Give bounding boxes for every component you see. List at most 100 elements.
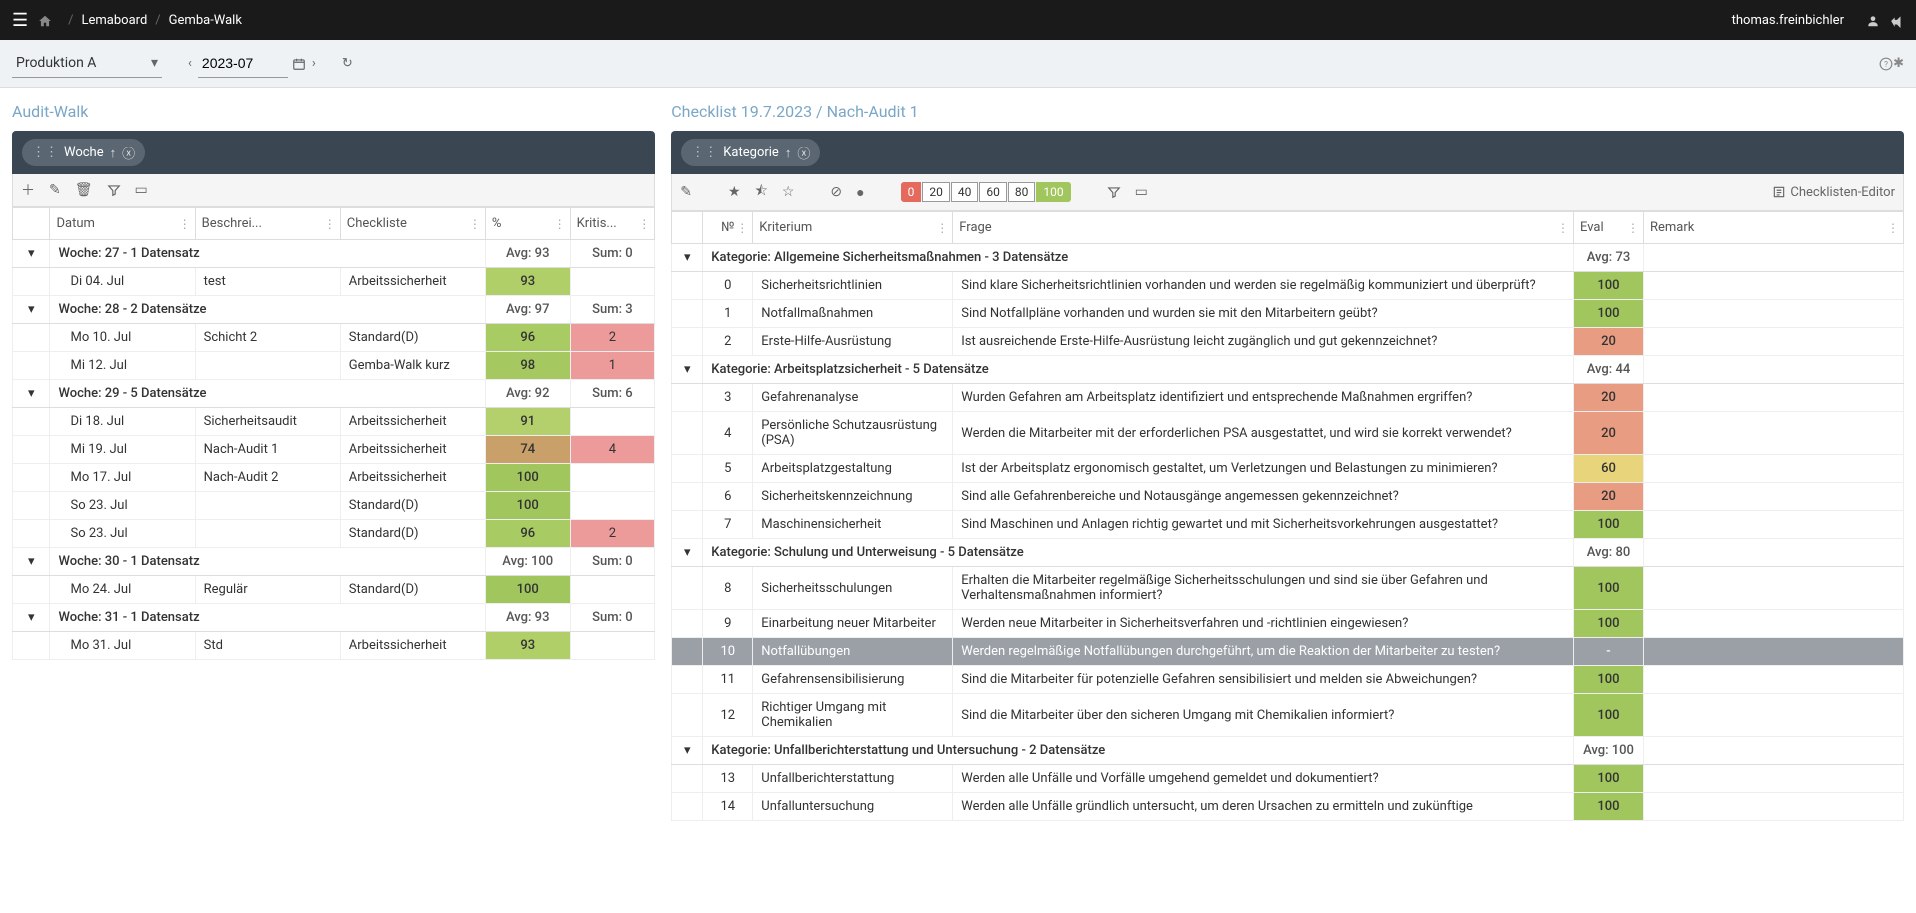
cell-remark[interactable] (1644, 511, 1904, 539)
cell-eval[interactable]: 100 (1574, 793, 1644, 821)
block-icon[interactable]: ⊘ (830, 184, 842, 200)
cell-remark[interactable] (1644, 300, 1904, 328)
col-kritis[interactable]: Kritis...⋮ (570, 208, 655, 240)
breadcrumb-1[interactable]: Lemaboard (82, 13, 148, 28)
col-beschrei[interactable]: Beschrei...⋮ (195, 208, 340, 240)
star-filled-icon[interactable]: ★ (728, 184, 741, 200)
group-row[interactable]: ▾ Woche: 30 - 1 Datensatz Avg: 100 Sum: … (13, 548, 655, 576)
table-row[interactable]: Mi 19. Jul Nach-Audit 1 Arbeitssicherhei… (13, 436, 655, 464)
checklist-editor-link[interactable]: Checklisten-Editor (1772, 185, 1895, 200)
col-menu-icon[interactable]: ⋮ (638, 217, 650, 231)
caret-down-icon[interactable]: ▾ (24, 386, 38, 401)
col-datum[interactable]: Datum⋮ (50, 208, 195, 240)
table-row[interactable]: Mo 17. Jul Nach-Audit 2 Arbeitssicherhei… (13, 464, 655, 492)
table-row[interactable]: 1 Notfallmaßnahmen Sind Notfallpläne vor… (672, 300, 1904, 328)
caret-down-icon[interactable]: ▾ (680, 250, 694, 265)
cell-eval[interactable]: - (1574, 638, 1644, 666)
group-row[interactable]: ▾ Woche: 28 - 2 Datensätze Avg: 97 Sum: … (13, 296, 655, 324)
caret-down-icon[interactable]: ▾ (680, 545, 694, 560)
group-row[interactable]: ▾ Woche: 27 - 1 Datensatz Avg: 93 Sum: 0 (13, 240, 655, 268)
app-logo-icon[interactable] (1890, 11, 1904, 30)
group-row[interactable]: ▾ Kategorie: Schulung und Unterweisung -… (672, 539, 1904, 567)
period-next[interactable]: › (306, 50, 322, 77)
help-icon[interactable]: ? (1879, 56, 1893, 71)
table-row[interactable]: 4 Persönliche Schutzausrüstung (PSA) Wer… (672, 412, 1904, 455)
cell-eval[interactable]: 100 (1574, 765, 1644, 793)
table-row[interactable]: Mo 31. Jul Std Arbeitssicherheit 93 (13, 632, 655, 660)
filter-icon[interactable] (1107, 184, 1121, 200)
cell-eval[interactable]: 100 (1574, 567, 1644, 610)
table-row[interactable]: 9 Einarbeitung neuer Mitarbeiter Werden … (672, 610, 1904, 638)
cell-remark[interactable] (1644, 666, 1904, 694)
caret-down-icon[interactable]: ▾ (680, 362, 694, 377)
col-pct[interactable]: %⋮ (485, 208, 570, 240)
col-menu-icon[interactable]: ⋮ (554, 217, 566, 231)
caret-down-icon[interactable]: ▾ (24, 554, 38, 569)
calendar-icon[interactable] (292, 56, 306, 71)
caret-down-icon[interactable]: ▾ (24, 610, 38, 625)
cell-eval[interactable]: 20 (1574, 483, 1644, 511)
sort-up-icon[interactable]: ↑ (785, 145, 792, 161)
col-no[interactable]: №⋮ (703, 212, 753, 244)
collapse-icon[interactable]: ▭ (1135, 184, 1148, 200)
caret-down-icon[interactable]: ▾ (24, 246, 38, 261)
menu-icon[interactable]: ☰ (12, 10, 28, 31)
table-row[interactable]: Mo 10. Jul Schicht 2 Standard(D) 96 2 (13, 324, 655, 352)
score-pill-80[interactable]: 80 (1008, 182, 1036, 202)
table-row[interactable]: Mo 24. Jul Regulär Standard(D) 100 (13, 576, 655, 604)
group-row[interactable]: ▾ Woche: 31 - 1 Datensatz Avg: 93 Sum: 0 (13, 604, 655, 632)
col-menu-icon[interactable]: ⋮ (936, 221, 948, 235)
col-menu-icon[interactable]: ⋮ (324, 217, 336, 231)
chip-close-icon[interactable]: ⓧ (122, 143, 135, 162)
circle-icon[interactable]: ● (856, 184, 864, 201)
table-row[interactable]: Di 18. Jul Sicherheitsaudit Arbeitssiche… (13, 408, 655, 436)
cell-remark[interactable] (1644, 793, 1904, 821)
star-half-icon[interactable]: ⯪ (755, 180, 768, 204)
cell-remark[interactable] (1644, 328, 1904, 356)
col-menu-icon[interactable]: ⋮ (736, 221, 748, 235)
edit-icon[interactable]: ✎ (680, 184, 692, 200)
cell-eval[interactable]: 100 (1574, 610, 1644, 638)
cell-remark[interactable] (1644, 483, 1904, 511)
cell-remark[interactable] (1644, 455, 1904, 483)
period-prev[interactable]: ‹ (182, 50, 198, 77)
cell-eval[interactable]: 100 (1574, 694, 1644, 737)
table-row[interactable]: 8 Sicherheitsschulungen Erhalten die Mit… (672, 567, 1904, 610)
chip-close-icon[interactable]: ⓧ (797, 143, 810, 162)
score-pill-60[interactable]: 60 (979, 182, 1007, 202)
table-row[interactable]: Di 04. Jul test Arbeitssicherheit 93 (13, 268, 655, 296)
group-chip-kategorie[interactable]: ⋮⋮ Kategorie ↑ ⓧ (681, 139, 820, 166)
col-checkliste[interactable]: Checkliste⋮ (340, 208, 485, 240)
score-pill-40[interactable]: 40 (951, 182, 979, 202)
col-menu-icon[interactable]: ⋮ (1887, 221, 1899, 235)
col-menu-icon[interactable]: ⋮ (179, 217, 191, 231)
col-kriterium[interactable]: Kriterium⋮ (753, 212, 953, 244)
settings-icon[interactable]: ✱ (1893, 56, 1904, 71)
cell-remark[interactable] (1644, 638, 1904, 666)
cell-remark[interactable] (1644, 694, 1904, 737)
area-dropdown[interactable]: Produktion A (12, 49, 162, 78)
collapse-icon[interactable]: ▭ (135, 182, 148, 198)
table-row[interactable]: So 23. Jul Standard(D) 100 (13, 492, 655, 520)
group-row[interactable]: ▾ Kategorie: Arbeitsplatzsicherheit - 5 … (672, 356, 1904, 384)
col-eval[interactable]: Eval⋮ (1574, 212, 1644, 244)
cell-eval[interactable]: 100 (1574, 666, 1644, 694)
col-menu-icon[interactable]: ⋮ (469, 217, 481, 231)
col-menu-icon[interactable]: ⋮ (1557, 221, 1569, 235)
cell-eval[interactable]: 100 (1574, 272, 1644, 300)
group-chip-woche[interactable]: ⋮⋮ Woche ↑ ⓧ (22, 139, 145, 166)
cell-remark[interactable] (1644, 272, 1904, 300)
col-menu-icon[interactable]: ⋮ (1627, 221, 1639, 235)
col-frage[interactable]: Frage⋮ (953, 212, 1574, 244)
caret-down-icon[interactable]: ▾ (24, 302, 38, 317)
cell-eval[interactable]: 20 (1574, 384, 1644, 412)
home-icon[interactable] (38, 11, 52, 30)
cell-remark[interactable] (1644, 765, 1904, 793)
cell-remark[interactable] (1644, 567, 1904, 610)
edit-icon[interactable]: ✎ (49, 182, 61, 198)
col-remark[interactable]: Remark⋮ (1644, 212, 1904, 244)
table-row[interactable]: 10 Notfallübungen Werden regelmäßige Not… (672, 638, 1904, 666)
breadcrumb-2[interactable]: Gemba-Walk (169, 13, 242, 28)
table-row[interactable]: 7 Maschinensicherheit Sind Maschinen und… (672, 511, 1904, 539)
table-row[interactable]: 0 Sicherheitsrichtlinien Sind klare Sich… (672, 272, 1904, 300)
